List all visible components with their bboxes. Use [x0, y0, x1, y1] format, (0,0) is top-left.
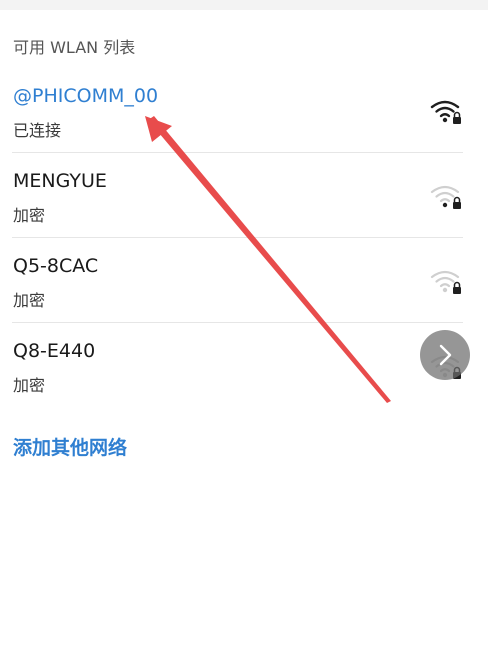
network-status: 已连接 [13, 121, 62, 140]
floating-assist-button[interactable] [420, 330, 470, 380]
network-status: 加密 [13, 206, 46, 225]
network-item-mengyue[interactable]: MENGYUE 加密 [0, 153, 488, 238]
section-title: 可用 WLAN 列表 [13, 38, 136, 57]
wifi-lock-icon [430, 270, 461, 294]
network-item-q8-e440[interactable]: Q8-E440 加密 [0, 323, 488, 408]
network-status: 加密 [13, 376, 46, 395]
network-name: Q5-8CAC [13, 255, 99, 277]
network-item-phicomm[interactable]: @PHICOMM_00 已连接 [0, 68, 488, 153]
network-item-q5-8cac[interactable]: Q5-8CAC 加密 [0, 238, 488, 323]
wlan-list: @PHICOMM_00 已连接 MENGYUE 加密 Q5-8CAC 加密 Q8… [0, 68, 488, 408]
wifi-lock-icon [430, 100, 461, 124]
network-name: @PHICOMM_00 [13, 85, 159, 107]
network-name: MENGYUE [13, 170, 107, 192]
chevron-right-icon [439, 344, 452, 366]
network-status: 加密 [13, 291, 46, 310]
network-name: Q8-E440 [13, 340, 96, 362]
top-bar [0, 0, 488, 10]
add-other-network-link[interactable]: 添加其他网络 [13, 433, 127, 460]
wifi-lock-icon [430, 185, 461, 209]
